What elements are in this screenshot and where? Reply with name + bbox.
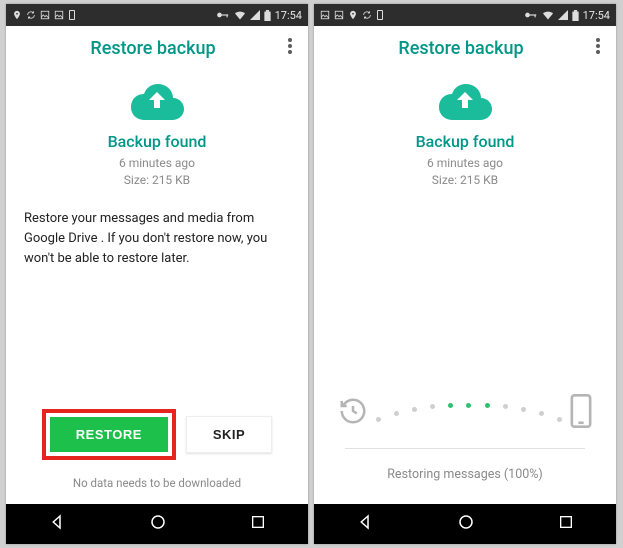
phone-right: 17:54 Restore backup Backup found 6 minu… [314, 4, 616, 544]
backup-found-heading: Backup found [108, 132, 207, 151]
backup-time: 6 minutes ago [119, 155, 195, 172]
vpn-key-icon [524, 10, 538, 20]
skip-button[interactable]: SKIP [186, 416, 272, 453]
restore-highlight-box: RESTORE [42, 409, 176, 460]
wifi-icon [542, 10, 554, 20]
app-bar: Restore backup [6, 26, 308, 70]
content-area: Backup found 6 minutes ago Size: 215 KB … [6, 70, 308, 504]
vpn-key-icon [216, 10, 230, 20]
sync-icon [26, 10, 36, 20]
nav-back-icon[interactable] [356, 513, 374, 535]
button-row: RESTORE SKIP [24, 409, 290, 470]
app-bar-title: Restore backup [24, 38, 282, 59]
wifi-icon [234, 10, 246, 20]
cloud-upload-icon [129, 82, 185, 126]
backup-size: Size: 215 KB [119, 172, 195, 189]
sync-icon [362, 10, 372, 20]
device-icon [68, 10, 76, 20]
nav-recent-icon[interactable] [558, 514, 574, 534]
overflow-menu-icon[interactable] [282, 32, 298, 65]
nav-recent-icon[interactable] [250, 514, 266, 534]
status-bar: 17:54 [314, 4, 616, 26]
image-icon-2 [334, 10, 344, 20]
device-icon [376, 10, 384, 20]
image-icon [320, 10, 330, 20]
nav-home-icon[interactable] [149, 513, 167, 535]
backup-found-heading: Backup found [416, 132, 515, 151]
overflow-menu-icon[interactable] [590, 32, 606, 65]
signal-icon [558, 10, 568, 20]
footnote-text: No data needs to be downloaded [73, 470, 241, 504]
battery-icon [264, 10, 271, 21]
location-icon [12, 10, 22, 20]
nav-home-icon[interactable] [457, 513, 475, 535]
backup-time: 6 minutes ago [427, 155, 503, 172]
status-time: 17:54 [275, 9, 302, 22]
app-bar: Restore backup [314, 26, 616, 70]
location-icon [348, 10, 358, 20]
nav-bar [6, 504, 308, 544]
phone-left: 17:54 Restore backup Backup found 6 minu… [6, 4, 308, 544]
cloud-upload-icon [437, 82, 493, 126]
image-icon [40, 10, 50, 20]
history-clock-icon [338, 396, 368, 430]
content-area: Backup found 6 minutes ago Size: 215 KB … [314, 70, 616, 504]
restore-button[interactable]: RESTORE [50, 417, 168, 452]
signal-icon [250, 10, 260, 20]
progress-dots [368, 398, 570, 428]
status-bar: 17:54 [6, 4, 308, 26]
app-bar-title: Restore backup [332, 38, 590, 59]
restore-description: Restore your messages and media from Goo… [24, 209, 290, 269]
phone-device-icon [570, 394, 592, 432]
backup-meta: 6 minutes ago Size: 215 KB [119, 155, 195, 189]
nav-bar [314, 504, 616, 544]
backup-size: Size: 215 KB [427, 172, 503, 189]
backup-meta: 6 minutes ago Size: 215 KB [427, 155, 503, 189]
status-time: 17:54 [583, 9, 610, 22]
nav-back-icon[interactable] [48, 513, 66, 535]
restore-progress-illustration [332, 394, 598, 440]
battery-icon [572, 10, 579, 21]
restore-status-text: Restoring messages (100%) [387, 449, 543, 504]
image-icon-2 [54, 10, 64, 20]
